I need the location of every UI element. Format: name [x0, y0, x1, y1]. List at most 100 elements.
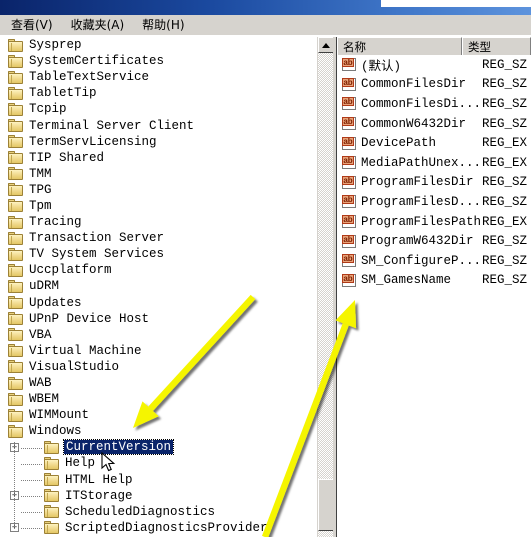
- folder-icon: [44, 521, 60, 535]
- tree-item-label: UPnP Device Host: [29, 311, 150, 326]
- tree-item-tv-system-services[interactable]: TV System Services: [0, 246, 317, 262]
- menu-item-1[interactable]: 收藏夹(A): [69, 15, 132, 35]
- tree-item-label: TPG: [29, 182, 52, 197]
- list-row[interactable]: ab MediaPathUnex... REG_EX: [337, 153, 531, 173]
- tree-item-tracing[interactable]: Tracing: [0, 214, 317, 230]
- tree-item-tcpip[interactable]: Tcpip: [0, 101, 317, 117]
- list-row[interactable]: ab CommonFilesDir REG_SZ: [337, 75, 531, 95]
- value-name-cell: ProgramFilesDir: [361, 175, 474, 190]
- tree-item-udrm[interactable]: uDRM: [0, 278, 317, 294]
- list-row[interactable]: ab SM_ConfigureP... REG_SZ: [337, 251, 531, 271]
- folder-icon: [8, 183, 24, 197]
- value-name-cell: DevicePath: [361, 136, 437, 151]
- tree-item-sysprep[interactable]: Sysprep: [0, 37, 317, 53]
- tree-item-tmm[interactable]: TMM: [0, 166, 317, 182]
- list-row[interactable]: ab CommonFilesDi... REG_SZ: [337, 94, 531, 114]
- tree-item-scripteddiagnosticsprovider[interactable]: ScriptedDiagnosticsProvider: [0, 520, 317, 536]
- list-row[interactable]: ab DevicePath REG_EX: [337, 133, 531, 153]
- folder-icon: [8, 54, 24, 68]
- list-rows-container: ab (默认) REG_SZ ab CommonFilesDir REG_SZ ab Comm…: [337, 55, 531, 290]
- string-value-icon: ab: [342, 175, 357, 189]
- tree-item-vba[interactable]: VBA: [0, 327, 317, 343]
- registry-values-list[interactable]: 名称 类型 ab (默认) REG_SZ ab CommonFilesDir REG_SZ…: [337, 37, 531, 537]
- tree-item-tip-shared[interactable]: TIP Shared: [0, 150, 317, 166]
- tree-item-help[interactable]: Help: [0, 455, 317, 471]
- list-row[interactable]: ab ProgramFilesD... REG_SZ: [337, 192, 531, 212]
- folder-icon: [8, 263, 24, 277]
- tree-item-virtual-machine[interactable]: Virtual Machine: [0, 343, 317, 359]
- string-value-icon: ab: [342, 254, 357, 268]
- tree-item-transaction-server[interactable]: Transaction Server: [0, 230, 317, 246]
- list-row[interactable]: ab ProgramW6432Dir REG_SZ: [337, 231, 531, 251]
- folder-icon: [8, 312, 24, 326]
- value-name-cell: (默认): [361, 60, 402, 75]
- list-row[interactable]: ab SM_GamesName REG_SZ: [337, 271, 531, 291]
- list-row[interactable]: ab ProgramFilesPath REG_EX: [337, 212, 531, 232]
- value-type-cell: REG_SZ: [482, 96, 528, 111]
- tree-item-visualstudio[interactable]: VisualStudio: [0, 359, 317, 375]
- value-name-cell: MediaPathUnex...: [361, 155, 482, 170]
- list-row[interactable]: ab ProgramFilesDir REG_SZ: [337, 173, 531, 193]
- string-value-icon: ab: [342, 195, 357, 209]
- tree-item-scheduleddiagnostics[interactable]: ScheduledDiagnostics: [0, 504, 317, 520]
- tree-item-wab[interactable]: WAB: [0, 375, 317, 391]
- tree-item-updates[interactable]: Updates: [0, 295, 317, 311]
- list-row[interactable]: ab CommonW6432Dir REG_SZ: [337, 114, 531, 134]
- value-name-cell: ProgramFilesPath: [361, 214, 482, 229]
- string-value-icon: ab: [342, 97, 357, 111]
- folder-icon: [8, 70, 24, 84]
- tree-item-label: Terminal Server Client: [29, 118, 195, 133]
- tree-item-wbem[interactable]: WBEM: [0, 391, 317, 407]
- column-header-name[interactable]: 名称: [337, 37, 462, 55]
- tree-item-label: ScriptedDiagnosticsProvider: [65, 520, 268, 535]
- folder-icon: [8, 360, 24, 374]
- tree-item-label: CurrentVersion: [62, 439, 175, 456]
- tree-connector: [21, 463, 43, 465]
- menu-item-2[interactable]: 帮助(H): [140, 15, 191, 35]
- column-header-name-label: 名称: [343, 39, 366, 54]
- folder-icon: [8, 392, 24, 406]
- tree-item-label: Sysprep: [29, 38, 82, 53]
- tree-item-label: Transaction Server: [29, 231, 165, 246]
- tree-item-itstorage[interactable]: ITStorage: [0, 488, 317, 504]
- tree-item-systemcertificates[interactable]: SystemCertificates: [0, 53, 317, 69]
- tree-item-uccplatform[interactable]: Uccplatform: [0, 262, 317, 278]
- tree-item-windows[interactable]: Windows: [0, 423, 317, 439]
- tree-item-tabletextservice[interactable]: TableTextService: [0, 69, 317, 85]
- tree-item-label: SystemCertificates: [29, 54, 165, 69]
- tree-connector: [21, 495, 43, 497]
- tree-item-terminal-server-client[interactable]: Terminal Server Client: [0, 117, 317, 133]
- string-value-icon: ab: [342, 136, 357, 150]
- string-value-icon: ab: [342, 234, 357, 248]
- tree-vertical-scrollbar[interactable]: [317, 37, 334, 537]
- tree-item-label: HTML Help: [65, 472, 133, 487]
- list-row[interactable]: ab (默认) REG_SZ: [337, 55, 531, 75]
- column-header-type[interactable]: 类型: [462, 37, 531, 55]
- value-name-cell: ProgramW6432Dir: [361, 234, 474, 249]
- menu-item-0[interactable]: 查看(V): [9, 15, 60, 35]
- tree-item-currentversion[interactable]: CurrentVersion: [0, 439, 317, 456]
- tree-item-tpm[interactable]: Tpm: [0, 198, 317, 214]
- scroll-thumb[interactable]: [318, 479, 334, 531]
- tree-connector: [21, 479, 43, 481]
- tree-item-label: Virtual Machine: [29, 343, 142, 358]
- tree-item-label: TabletTip: [29, 86, 97, 101]
- value-type-cell: REG_SZ: [482, 57, 528, 72]
- tree-item-label: ITStorage: [65, 488, 133, 503]
- folder-icon: [44, 456, 60, 470]
- tree-item-wimmount[interactable]: WIMMount: [0, 407, 317, 423]
- string-value-icon: ab: [342, 156, 357, 170]
- tree-item-tpg[interactable]: TPG: [0, 182, 317, 198]
- tree-item-label: WBEM: [29, 392, 60, 407]
- folder-icon: [44, 505, 60, 519]
- tree-item-html-help[interactable]: HTML Help: [0, 472, 317, 488]
- scroll-up-button[interactable]: [318, 37, 334, 53]
- registry-key-tree[interactable]: Sysprep SystemCertificates TableTextServic…: [0, 37, 317, 537]
- value-name-cell: CommonW6432Dir: [361, 116, 467, 131]
- tree-item-label: Tcpip: [29, 102, 67, 117]
- tree-item-tablettip[interactable]: TabletTip: [0, 85, 317, 101]
- tree-item-upnp-device-host[interactable]: UPnP Device Host: [0, 311, 317, 327]
- folder-icon: [8, 199, 24, 213]
- tree-item-termservlicensing[interactable]: TermServLicensing: [0, 134, 317, 150]
- column-header-type-label: 类型: [468, 39, 491, 54]
